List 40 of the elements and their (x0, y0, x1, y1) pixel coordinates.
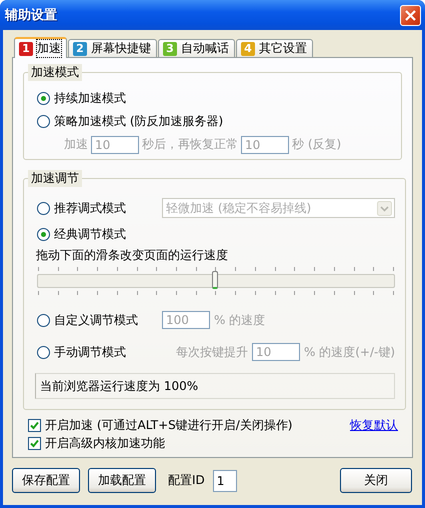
radio-button[interactable] (37, 115, 50, 128)
tab[interactable]: 4 其它设置 (236, 39, 313, 57)
group-title: 加速调节 (28, 170, 82, 187)
slider-thumb[interactable] (212, 271, 218, 289)
tab[interactable]: 1 加速 (14, 37, 67, 58)
tab-number: 2 (73, 42, 87, 56)
field-label: 加速 (64, 136, 88, 153)
chevron-down-icon (377, 200, 392, 216)
radio-button[interactable] (37, 228, 50, 240)
checkbox-label[interactable]: 开启加速 (可通过ALT+S键进行开启/关闭操作) (45, 416, 292, 434)
status-text: 当前浏览器运行速度为 100% (35, 373, 396, 399)
field-label: 秒 (反复) (292, 136, 342, 153)
tab-number: 3 (163, 42, 177, 56)
load-button[interactable]: 加载配置 (88, 468, 156, 493)
save-button[interactable]: 保存配置 (12, 468, 80, 493)
close-button[interactable] (400, 4, 421, 26)
field-label: 每次按键提升 (176, 344, 248, 360)
tab-number: 4 (241, 42, 255, 56)
tab[interactable]: 3 自动喊话 (158, 39, 235, 57)
radio-label[interactable]: 策略加速模式 (防反加速服务器) (54, 113, 224, 130)
radio-button[interactable] (37, 92, 50, 105)
close-dialog-button[interactable]: 关闭 (340, 468, 412, 493)
field-label: % 的速度(+/-键) (304, 344, 396, 360)
checkbox[interactable] (28, 436, 41, 450)
field-label: % 的速度 (214, 312, 266, 328)
speed-slider[interactable] (37, 267, 396, 295)
close-icon (405, 10, 416, 20)
group-title: 加速模式 (28, 64, 82, 81)
tab[interactable]: 2 屏幕快捷键 (68, 39, 157, 57)
slider-caption: 拖动下面的滑条改变页面的运行速度 (36, 247, 229, 263)
radio-label[interactable]: 经典调节模式 (54, 226, 126, 242)
restore-defaults-link[interactable]: 恢复默认 (350, 416, 398, 434)
field-label: 秒后，再恢复正常 (142, 136, 238, 153)
input-field[interactable]: 1 (212, 470, 237, 492)
tab-number: 1 (19, 42, 33, 56)
window-title: 辅助设置 (5, 7, 57, 24)
field-label: 配置ID (168, 472, 205, 489)
radio-label[interactable]: 持续加速模式 (54, 90, 126, 107)
checkbox[interactable] (28, 418, 41, 432)
checkbox-label[interactable]: 开启高级内核加速功能 (45, 434, 165, 452)
